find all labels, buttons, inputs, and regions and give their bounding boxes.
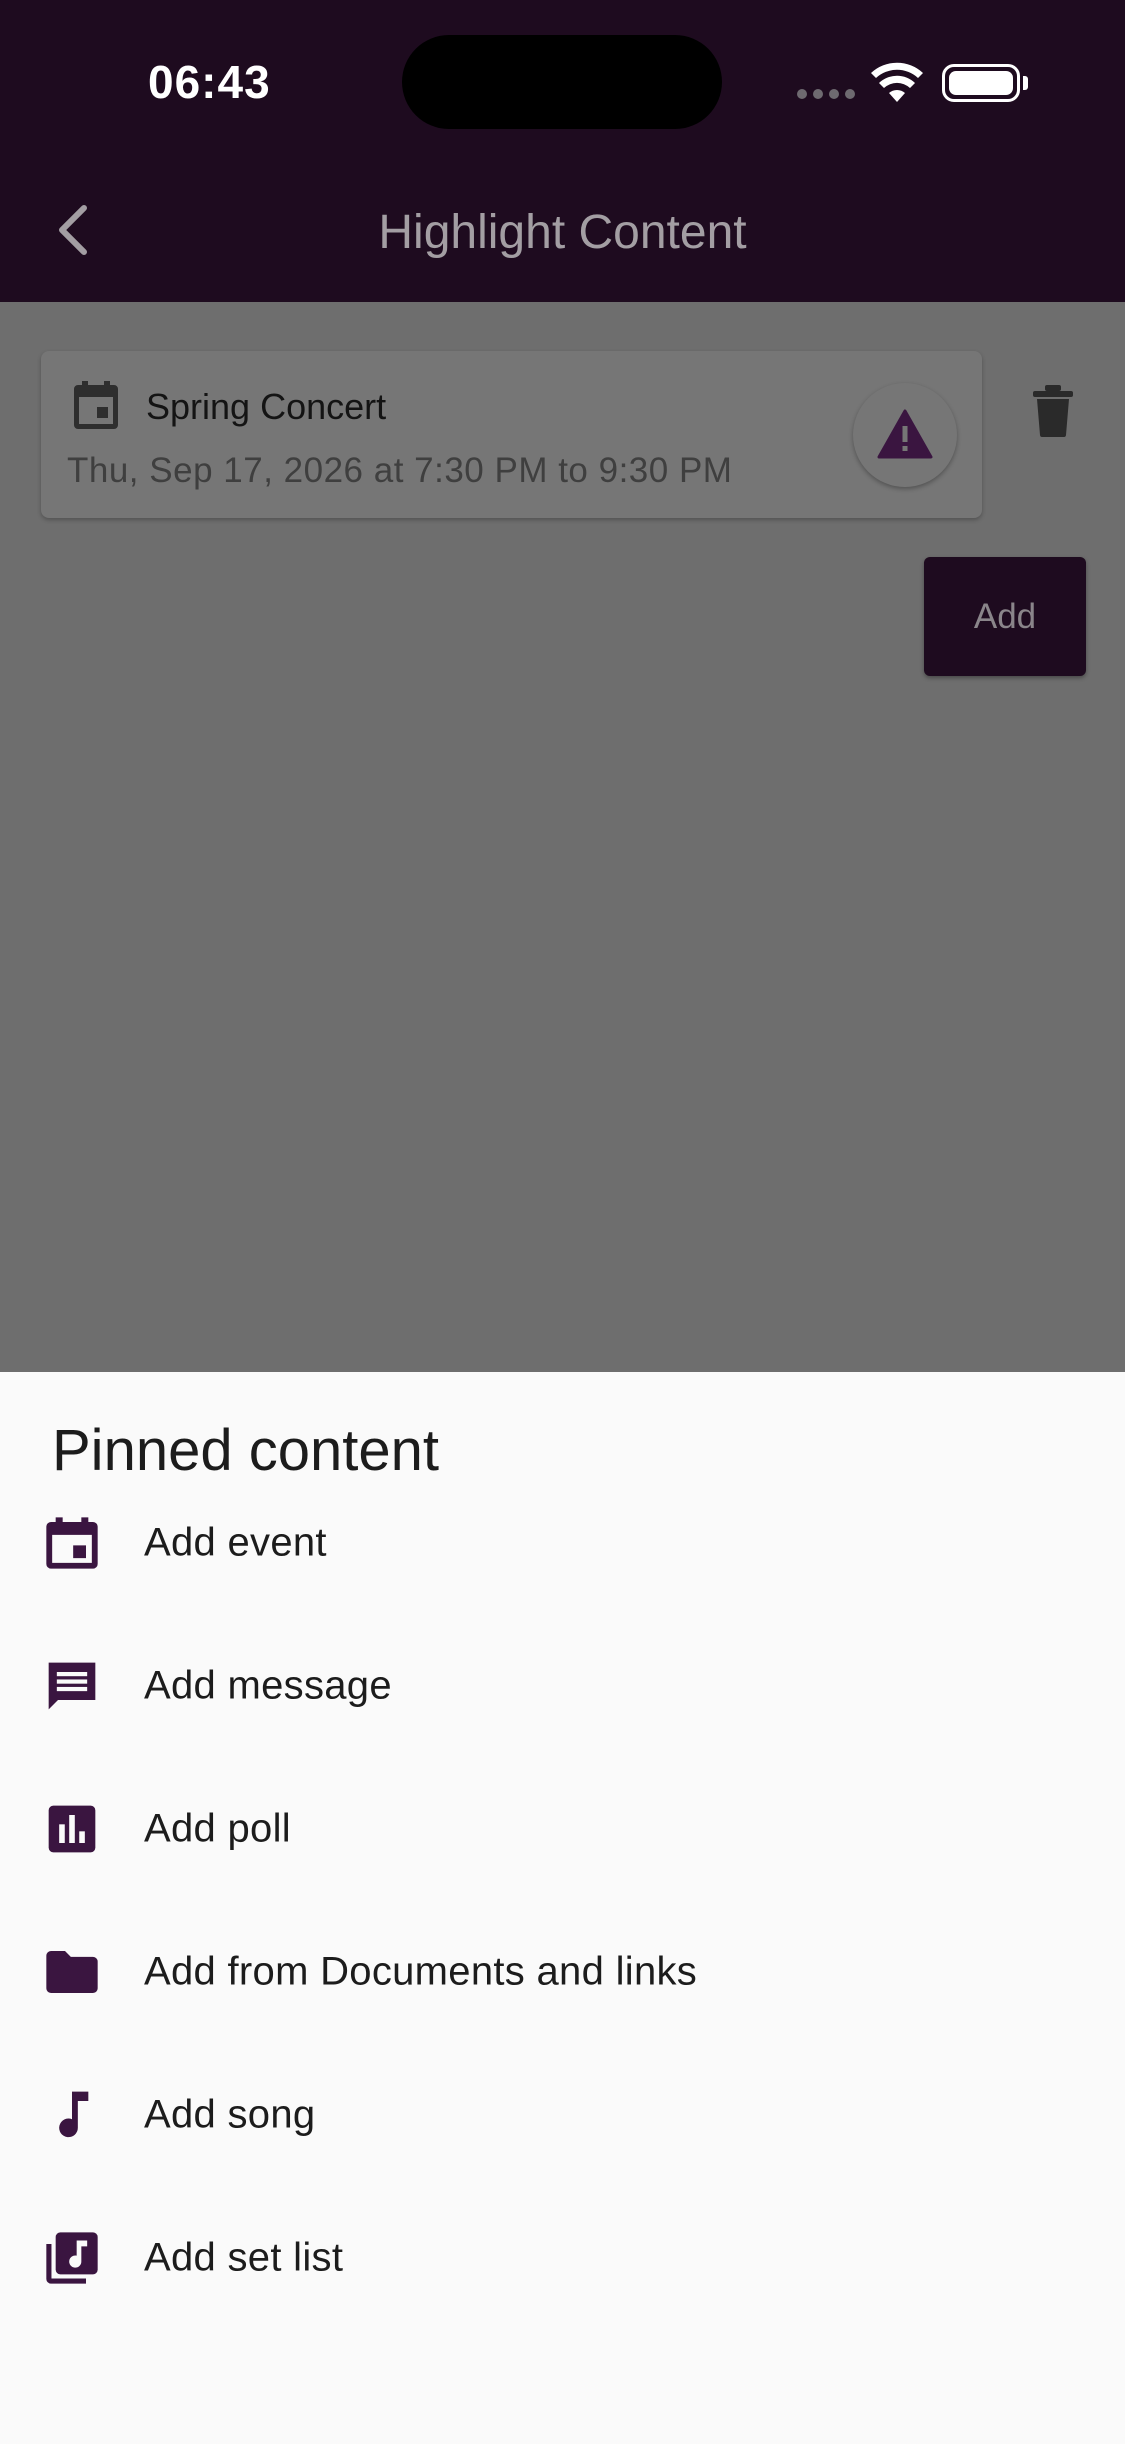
add-poll-label: Add poll bbox=[144, 1806, 291, 1850]
add-song-item[interactable]: Add song bbox=[0, 2043, 1125, 2186]
add-message-label: Add message bbox=[144, 1663, 392, 1707]
warning-icon bbox=[877, 409, 933, 459]
status-time: 06:43 bbox=[148, 56, 271, 108]
message-icon bbox=[48, 1662, 96, 1709]
add-event-label: Add event bbox=[144, 1520, 327, 1564]
add-message-item[interactable]: Add message bbox=[0, 1614, 1125, 1757]
page-title: Highlight Content bbox=[378, 206, 747, 259]
event-title: Spring Concert bbox=[146, 386, 387, 427]
battery-icon bbox=[942, 64, 1020, 102]
wifi-icon bbox=[871, 62, 923, 102]
add-song-label: Add song bbox=[144, 2092, 316, 2136]
calendar-icon bbox=[74, 381, 118, 429]
add-set-list-label: Add set list bbox=[144, 2235, 344, 2279]
library-music-icon bbox=[46, 2231, 98, 2284]
add-documents-item[interactable]: Add from Documents and links bbox=[0, 1900, 1125, 2043]
cellular-signal-icon bbox=[797, 89, 855, 99]
add-event-item[interactable]: Add event bbox=[0, 1471, 1125, 1614]
delete-icon[interactable] bbox=[1033, 385, 1073, 437]
pinned-event-card[interactable] bbox=[41, 351, 982, 518]
battery-cap bbox=[1023, 76, 1028, 90]
pinned-content-sheet: Pinned content Add event Add message Add… bbox=[0, 1372, 1125, 2444]
folder-icon bbox=[46, 1950, 98, 1993]
poll-icon bbox=[48, 1805, 96, 1852]
event-datetime: Thu, Sep 17, 2026 at 7:30 PM to 9:30 PM bbox=[67, 451, 733, 490]
warning-button[interactable] bbox=[853, 383, 957, 487]
calendar-icon bbox=[46, 1516, 98, 1569]
add-button[interactable]: Add bbox=[924, 557, 1086, 676]
add-documents-label: Add from Documents and links bbox=[144, 1949, 698, 1993]
add-set-list-item[interactable]: Add set list bbox=[0, 2186, 1125, 2329]
app-header: 06:43 Highlight Content bbox=[0, 0, 1125, 302]
music-note-icon bbox=[59, 2091, 89, 2137]
add-poll-item[interactable]: Add poll bbox=[0, 1757, 1125, 1900]
dynamic-island bbox=[402, 35, 722, 129]
